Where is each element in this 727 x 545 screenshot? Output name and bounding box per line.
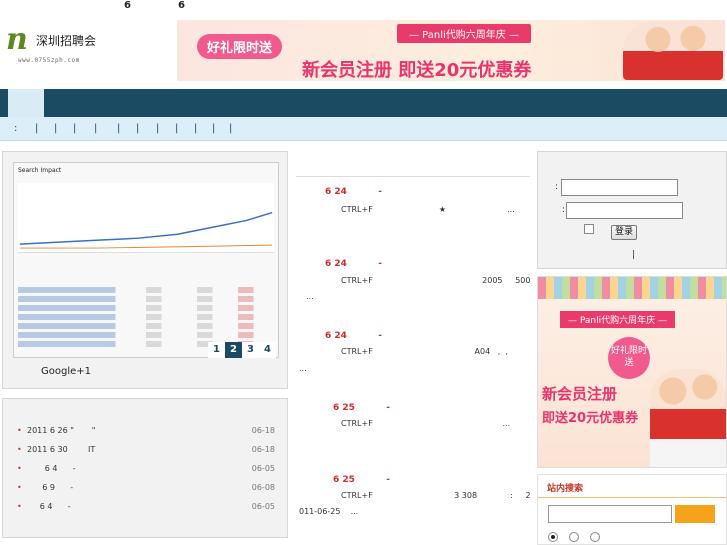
password-input[interactable] bbox=[566, 202, 683, 219]
news-summary: CTRL+F ... bbox=[341, 419, 511, 428]
news-summary: CTRL+F 3 308 : 2 bbox=[341, 491, 531, 500]
bullet-icon: • bbox=[17, 483, 22, 492]
search-scope-radio[interactable] bbox=[569, 532, 579, 542]
bullet-icon: • bbox=[17, 445, 22, 454]
news-headline[interactable]: 6 25 - bbox=[333, 475, 390, 485]
subnav-separator: | bbox=[175, 123, 179, 134]
subnav-separator: | bbox=[212, 123, 216, 134]
list-item[interactable]: • 6 4 - 06-05 bbox=[17, 464, 275, 478]
list-item-title: 6 9 - bbox=[27, 483, 74, 492]
banner-promo: 新会员注册 即送20元优惠券 bbox=[302, 60, 532, 81]
news-summary-more: 011-06-25 ... bbox=[299, 507, 359, 516]
top-number: 6 bbox=[178, 0, 185, 11]
news-summary-more: ... bbox=[306, 292, 314, 301]
pager-button[interactable]: 4 bbox=[259, 342, 276, 358]
list-item-date: 06-05 bbox=[251, 464, 275, 473]
news-headline[interactable]: 6 24 - bbox=[325, 331, 382, 341]
bullet-icon: • bbox=[17, 464, 22, 473]
list-item-date: 06-18 bbox=[251, 445, 275, 454]
username-label: : bbox=[555, 182, 559, 192]
side-banner-badge: 好礼限时送 bbox=[608, 337, 650, 379]
slide-line-graph bbox=[18, 183, 274, 253]
news-summary: CTRL+F 2005 500 bbox=[341, 276, 531, 285]
remember-me-checkbox[interactable] bbox=[584, 224, 594, 234]
subnav-separator: | bbox=[54, 123, 58, 134]
site-logo[interactable]: n 深圳招聘会 www.0755zph.com bbox=[6, 22, 126, 66]
subnav-separator: | bbox=[229, 123, 233, 134]
slide-image-heading: Search Impact bbox=[18, 167, 62, 174]
main-nav bbox=[0, 89, 727, 117]
news-divider bbox=[296, 176, 530, 177]
banner-ribbon: — Panli代购六周年庆 — bbox=[397, 24, 531, 43]
side-banner-ribbon: — Panli代购六周年庆 — bbox=[560, 311, 675, 328]
search-title-underline bbox=[538, 497, 726, 498]
site-search-panel: 站内搜索 bbox=[537, 474, 727, 545]
logo-name: 深圳招聘会 bbox=[36, 34, 97, 48]
side-banner-ad[interactable]: — Panli代购六周年庆 — 好礼限时送 新会员注册 即送20元优惠券 bbox=[537, 276, 727, 468]
slide-image[interactable]: Search Impact bbox=[13, 162, 279, 358]
password-label: : bbox=[562, 205, 566, 215]
list-item-date: 06-18 bbox=[251, 426, 275, 435]
list-item-title: 6 4 - bbox=[27, 464, 76, 473]
subnav-separator: | bbox=[94, 123, 98, 134]
news-summary-more: ... bbox=[299, 364, 307, 373]
search-title: 站内搜索 bbox=[547, 484, 584, 494]
news-summary: CTRL+F A04 , , bbox=[341, 347, 508, 356]
slide-caption[interactable]: Google+1 bbox=[41, 366, 91, 377]
list-item[interactable]: • 2011 6 26 " " 06-18 bbox=[17, 426, 275, 440]
search-scope-radio-selected[interactable] bbox=[548, 532, 558, 542]
search-input[interactable] bbox=[548, 505, 672, 523]
slide-table bbox=[18, 287, 274, 350]
subnav-separator: | bbox=[73, 123, 77, 134]
subnav-separator: | bbox=[117, 123, 121, 134]
subnav-separator: | bbox=[156, 123, 160, 134]
list-item[interactable]: • 6 4 - 06-05 bbox=[17, 502, 275, 516]
banner-flags bbox=[538, 277, 726, 299]
pager-button-current[interactable]: 2 bbox=[225, 342, 242, 358]
username-input[interactable] bbox=[561, 179, 678, 196]
list-item-date: 06-05 bbox=[251, 502, 275, 511]
side-banner-line1: 新会员注册 bbox=[542, 385, 618, 403]
side-banner-people-image bbox=[650, 369, 726, 467]
left-news-list: • 2011 6 26 " " 06-18 • 2011 6 30 IT 06-… bbox=[2, 398, 288, 538]
side-banner-line2: 即送20元优惠券 bbox=[542, 411, 639, 426]
banner-people-image bbox=[623, 22, 723, 80]
login-separator: | bbox=[632, 250, 636, 260]
pager-button[interactable]: 3 bbox=[242, 342, 259, 358]
list-item[interactable]: • 6 9 - 06-08 bbox=[17, 483, 275, 497]
login-panel: : : 登录 | bbox=[537, 151, 727, 269]
subnav-separator: | bbox=[136, 123, 140, 134]
news-headline[interactable]: 6 24 - bbox=[325, 259, 382, 269]
top-banner-ad[interactable]: 好礼限时送 — Panli代购六周年庆 — 新会员注册 即送20元优惠券 bbox=[177, 20, 725, 81]
logo-mark: n bbox=[6, 22, 28, 57]
slider-pager: 1 2 3 4 bbox=[208, 342, 276, 358]
list-item-title: 2011 6 26 " " bbox=[27, 426, 96, 435]
subnav-item[interactable]: : bbox=[14, 123, 17, 134]
pager-button[interactable]: 1 bbox=[208, 342, 225, 358]
bullet-icon: • bbox=[17, 426, 22, 435]
search-button[interactable] bbox=[675, 505, 715, 523]
nav-item-active[interactable] bbox=[8, 89, 44, 117]
list-item-date: 06-08 bbox=[251, 483, 275, 492]
news-headline[interactable]: 6 24 - bbox=[325, 187, 382, 197]
search-scope-radio[interactable] bbox=[590, 532, 600, 542]
news-summary: CTRL+F ★ ... bbox=[341, 205, 515, 214]
banner-badge: 好礼限时送 bbox=[197, 34, 283, 59]
list-item-title: 6 4 - bbox=[27, 502, 71, 511]
list-item[interactable]: • 2011 6 30 IT 06-18 bbox=[17, 445, 275, 459]
featured-slider: Search Impact 1 2 3 4 Google+1 bbox=[2, 151, 288, 389]
login-button[interactable]: 登录 bbox=[611, 225, 637, 240]
sub-nav: : | | | | | | | | | | | bbox=[0, 117, 727, 141]
subnav-separator: | bbox=[194, 123, 198, 134]
logo-url: www.0755zph.com bbox=[18, 57, 80, 64]
news-headline[interactable]: 6 25 - bbox=[333, 403, 390, 413]
subnav-separator: | bbox=[35, 123, 39, 134]
list-item-title: 2011 6 30 IT bbox=[27, 445, 96, 454]
top-number: 6 bbox=[124, 0, 131, 11]
bullet-icon: • bbox=[17, 502, 22, 511]
